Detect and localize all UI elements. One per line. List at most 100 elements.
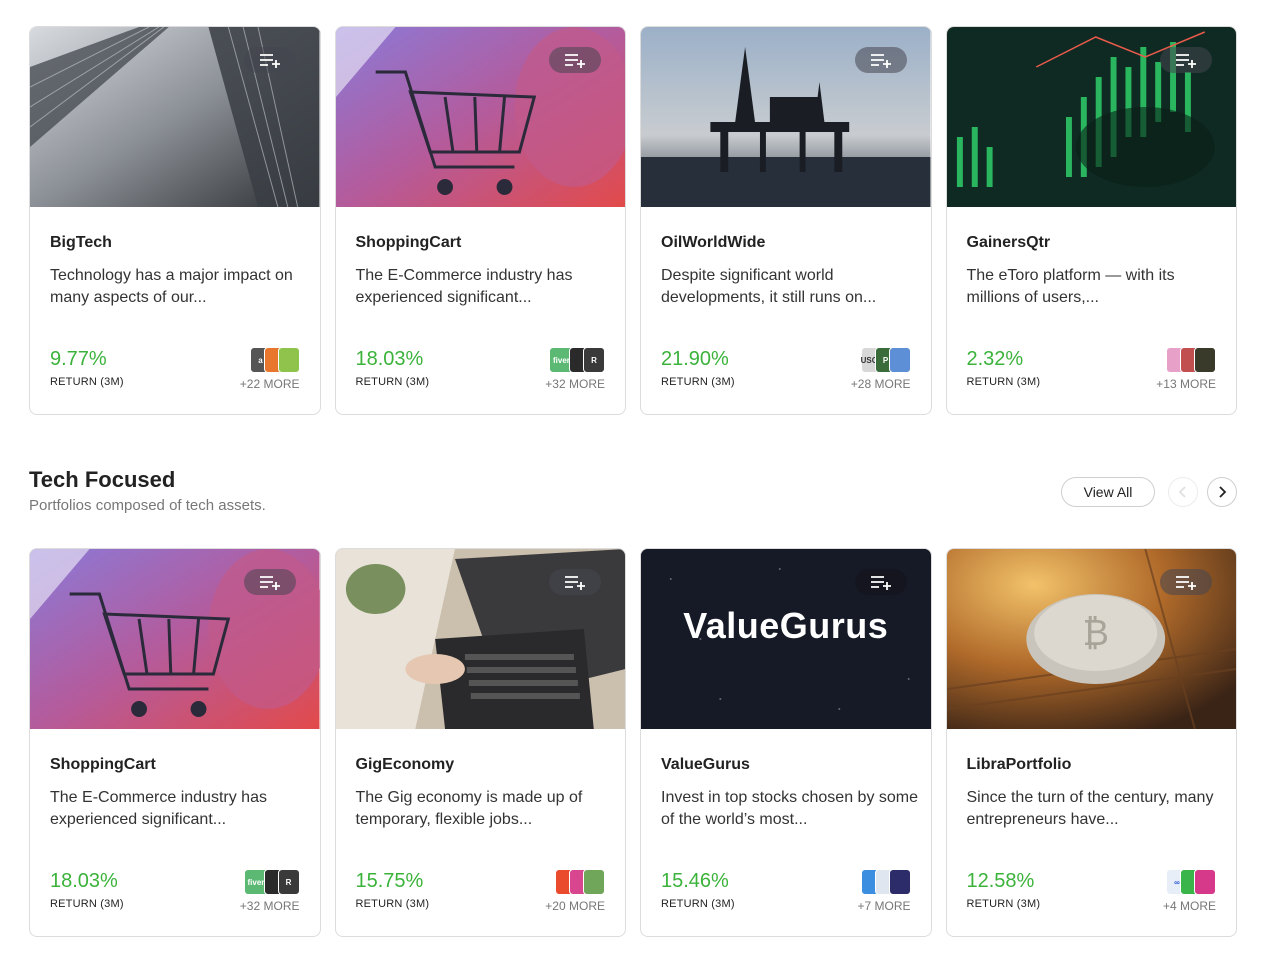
valuegurus-banner-text: ValueGurus [683, 605, 889, 646]
add-to-watchlist-button[interactable] [854, 569, 907, 595]
add-to-watchlist-button[interactable] [549, 569, 601, 595]
portfolio-return: 18.03% [355, 348, 424, 370]
asset-logo [1194, 869, 1216, 895]
portfolio-image [30, 27, 320, 207]
add-to-watchlist-button[interactable] [243, 47, 296, 73]
portfolio-description: Technology has a major impact on many as… [50, 267, 293, 306]
asset-logo: R [277, 869, 300, 895]
asset-logo [583, 869, 605, 895]
return-label: RETURN (3M) [50, 898, 124, 910]
add-to-watchlist-button[interactable] [549, 47, 601, 73]
asset-logo [1194, 347, 1216, 373]
add-to-watchlist-button[interactable] [1160, 569, 1212, 595]
chevron-left-icon [1178, 486, 1186, 498]
portfolio-row-top: BigTech Technology has a major impact on… [29, 26, 1237, 415]
portfolio-description: Despite significant world developments, … [661, 267, 877, 306]
portfolio-description: The E-Commerce industry has experienced … [355, 267, 573, 306]
portfolio-image [946, 27, 1236, 207]
add-to-watchlist-icon [1176, 576, 1196, 590]
portfolio-return: 15.75% [355, 870, 424, 892]
portfolio-image: ₿ [946, 549, 1236, 729]
portfolio-card-libraportfolio[interactable]: ₿ LibraPortfolio Since the turn of the c… [945, 548, 1237, 937]
add-to-watchlist-button[interactable] [1160, 47, 1212, 73]
section-title: Tech Focused [29, 467, 176, 492]
more-assets-count: +20 MORE [545, 899, 605, 913]
asset-logos: ∞ [1166, 869, 1216, 895]
portfolio-title: GainersQtr [966, 234, 1051, 251]
portfolio-image [30, 549, 320, 729]
more-assets-count: +22 MORE [239, 377, 300, 391]
asset-logos: fiverr R [243, 869, 300, 895]
add-to-watchlist-icon [870, 54, 891, 68]
portfolio-return: 9.77% [50, 348, 107, 370]
portfolio-title: ValueGurus [661, 756, 750, 773]
asset-logo [888, 869, 911, 895]
portfolio-row-tech: ShoppingCart The E-Commerce industry has… [29, 548, 1237, 937]
more-assets-count: +28 MORE [850, 377, 911, 391]
more-assets-count: +7 MORE [857, 899, 911, 913]
view-all-button[interactable]: View All [1061, 477, 1155, 507]
chevron-right-icon [1219, 486, 1227, 498]
add-to-watchlist-icon [565, 576, 585, 590]
return-label: RETURN (3M) [661, 898, 735, 910]
add-to-watchlist-icon [259, 54, 280, 68]
return-label: RETURN (3M) [966, 376, 1041, 388]
svg-text:₿: ₿ [1082, 613, 1108, 654]
return-label: RETURN (3M) [355, 376, 430, 388]
portfolio-image [641, 27, 931, 207]
portfolio-image: ValueGurus [641, 549, 931, 729]
more-assets-count: +32 MORE [545, 377, 605, 391]
add-to-watchlist-icon [870, 576, 891, 590]
portfolio-card-shoppingcart[interactable]: ShoppingCart The E-Commerce industry has… [29, 548, 321, 937]
carousel-next-button[interactable] [1207, 477, 1237, 507]
asset-logos [1166, 347, 1216, 373]
add-to-watchlist-icon [1176, 54, 1196, 68]
more-assets-count: +4 MORE [1162, 899, 1216, 913]
asset-logos [555, 869, 605, 895]
portfolio-title: OilWorldWide [661, 234, 766, 251]
portfolio-return: 2.32% [966, 348, 1024, 370]
section-subtitle: Portfolios composed of tech assets. [29, 497, 266, 514]
add-to-watchlist-button[interactable] [854, 47, 907, 73]
portfolio-return: 18.03% [50, 870, 118, 892]
portfolio-image [335, 27, 625, 207]
asset-logos: a [249, 347, 300, 373]
return-label: RETURN (3M) [966, 898, 1041, 910]
portfolio-description: Since the turn of the century, many entr… [966, 789, 1214, 828]
portfolio-card-valuegurus[interactable]: ValueGurus ValueGurus Invest in top stoc… [640, 548, 932, 937]
portfolio-description: Invest in top stocks chosen by some of t… [661, 789, 919, 828]
portfolio-return: 21.90% [661, 348, 729, 370]
asset-logos [860, 869, 911, 895]
asset-logos: USCF P [860, 347, 911, 373]
more-assets-count: +32 MORE [239, 899, 300, 913]
asset-logo: R [583, 347, 605, 373]
section-header: Tech Focused Portfolios composed of tech… [29, 467, 266, 514]
asset-logo [888, 347, 911, 373]
add-to-watchlist-icon [565, 54, 585, 68]
portfolio-card-gigeconomy[interactable]: GigEconomy The Gig economy is made up of… [334, 548, 626, 937]
portfolio-description: The Gig economy is made up of temporary,… [355, 789, 583, 828]
portfolio-title: ShoppingCart [50, 756, 156, 773]
asset-logos: fiverr R [549, 347, 605, 373]
add-to-watchlist-button[interactable] [243, 569, 296, 595]
asset-logo [277, 347, 300, 373]
more-assets-count: +13 MORE [1156, 377, 1216, 391]
return-label: RETURN (3M) [661, 376, 735, 388]
portfolio-title: GigEconomy [355, 756, 455, 773]
carousel-prev-button[interactable] [1168, 477, 1198, 507]
portfolio-card-oilworldwide[interactable]: OilWorldWide Despite significant world d… [640, 26, 932, 415]
portfolio-title: BigTech [50, 234, 112, 251]
portfolio-image [335, 549, 625, 729]
return-label: RETURN (3M) [50, 376, 124, 388]
return-label: RETURN (3M) [355, 898, 430, 910]
portfolio-description: The E-Commerce industry has experienced … [50, 789, 267, 828]
portfolio-card-bigtech[interactable]: BigTech Technology has a major impact on… [29, 26, 321, 415]
add-to-watchlist-icon [259, 576, 280, 590]
portfolio-return: 12.58% [966, 870, 1035, 892]
portfolio-description: The eToro platform — with its millions o… [966, 267, 1175, 306]
portfolio-card-gainersqtr[interactable]: GainersQtr The eToro platform — with its… [945, 26, 1237, 415]
portfolio-return: 15.46% [661, 870, 729, 892]
portfolio-title: LibraPortfolio [966, 756, 1072, 773]
portfolio-card-shoppingcart[interactable]: ShoppingCart The E-Commerce industry has… [334, 26, 626, 415]
portfolio-title: ShoppingCart [355, 234, 462, 251]
